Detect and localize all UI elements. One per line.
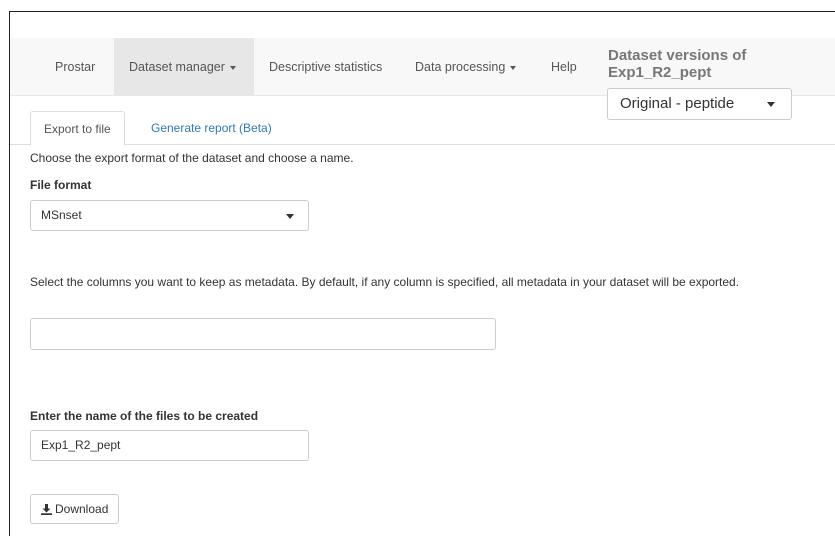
app-frame: Prostar Dataset manager Descriptive stat…: [9, 11, 835, 536]
nav-dataset-manager[interactable]: Dataset manager: [114, 38, 254, 96]
filename-label: Enter the name of the files to be create…: [30, 409, 259, 423]
chevron-down-icon: [229, 65, 236, 70]
filename-input[interactable]: Exp1_R2_pept: [30, 430, 309, 461]
download-button[interactable]: Download: [30, 494, 120, 524]
nav-data-processing[interactable]: Data processing: [400, 38, 531, 96]
tab-export-to-file[interactable]: Export to file: [30, 111, 125, 146]
file-format-select[interactable]: MSnset: [30, 200, 309, 231]
dataset-version-select[interactable]: Original - peptide: [607, 88, 792, 120]
dataset-versions-title: Dataset versions of Exp1_R2_pept: [608, 47, 747, 81]
nav-prostar[interactable]: Prostar: [40, 38, 110, 96]
chevron-down-icon: [286, 214, 294, 219]
metadata-help-text: Select the columns you want to keep as m…: [30, 275, 740, 289]
nav-help[interactable]: Help: [536, 38, 592, 96]
file-format-label: File format: [30, 178, 92, 192]
export-intro-text: Choose the export format of the dataset …: [30, 151, 354, 165]
nav-descriptive-statistics[interactable]: Descriptive statistics: [254, 38, 397, 96]
chevron-down-icon: [510, 65, 517, 70]
tab-generate-report[interactable]: Generate report (Beta): [138, 111, 285, 145]
download-icon: [41, 504, 52, 515]
chevron-down-icon: [767, 102, 775, 107]
metadata-columns-input[interactable]: [30, 318, 496, 350]
